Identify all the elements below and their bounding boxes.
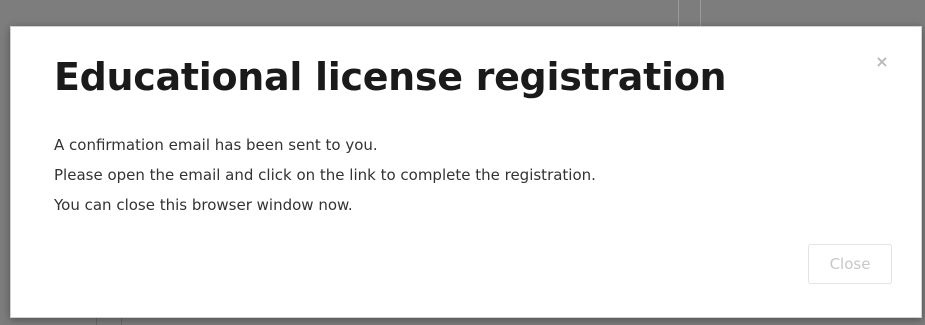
- confirmation-message: A confirmation email has been sent to yo…: [54, 136, 378, 154]
- dialog-body: A confirmation email has been sent to yo…: [54, 130, 874, 220]
- close-icon[interactable]: ×: [873, 53, 891, 71]
- backdrop-divider: [678, 0, 679, 26]
- close-window-message: You can close this browser window now.: [54, 196, 353, 214]
- dialog-title: Educational license registration: [54, 55, 727, 99]
- close-button[interactable]: Close: [808, 244, 892, 284]
- backdrop-element: [96, 318, 122, 325]
- registration-dialog: Educational license registration × A con…: [10, 26, 922, 318]
- backdrop-divider: [700, 0, 701, 26]
- instruction-message: Please open the email and click on the l…: [54, 166, 596, 184]
